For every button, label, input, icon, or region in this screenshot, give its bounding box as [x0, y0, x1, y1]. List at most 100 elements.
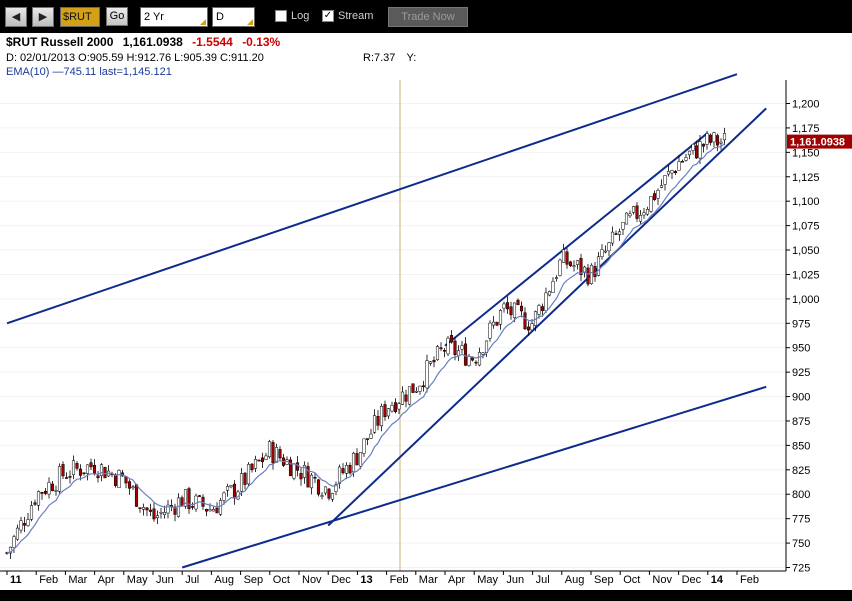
candle: [253, 459, 258, 469]
candle: [673, 171, 678, 173]
y-tick-label: 775: [792, 514, 810, 526]
candle: [89, 462, 93, 468]
candle: [624, 212, 629, 225]
x-tick-label: Feb: [39, 574, 58, 586]
candle: [698, 141, 702, 159]
candle: [218, 500, 223, 515]
candle: [656, 189, 660, 199]
candle: [344, 464, 349, 474]
candle: [75, 463, 79, 469]
candle: [631, 206, 636, 213]
candle: [358, 452, 363, 467]
candle: [348, 464, 352, 474]
x-tick-label: May: [477, 574, 498, 586]
candle: [190, 506, 195, 508]
candle: [271, 442, 275, 464]
candle: [61, 464, 65, 477]
candle: [491, 321, 496, 326]
candle: [519, 305, 524, 312]
candle: [495, 321, 499, 326]
x-tick-label: Oct: [273, 574, 290, 586]
candle: [446, 337, 450, 355]
y-tick-label: 900: [792, 392, 810, 404]
x-tick-label: Aug: [565, 574, 585, 586]
candle: [568, 261, 573, 267]
candle: [603, 250, 608, 253]
candle: [498, 310, 503, 325]
last-price-tag-text: 1,161.0938: [790, 137, 845, 149]
candle: [155, 515, 160, 519]
candle: [722, 133, 727, 141]
candle: [187, 488, 191, 510]
candle: [288, 459, 293, 477]
y-tick-label: 1,000: [792, 294, 820, 306]
candle: [145, 507, 149, 511]
candle: [379, 405, 384, 427]
candle: [351, 452, 356, 473]
candle: [712, 132, 716, 143]
x-tick-label: May: [127, 574, 148, 586]
candle: [635, 205, 639, 219]
y-tick-label: 1,025: [792, 269, 820, 281]
candle: [470, 357, 475, 361]
y-tick-label: 1,150: [792, 147, 820, 159]
candle: [561, 249, 566, 263]
candle: [127, 481, 132, 489]
candle: [474, 361, 478, 364]
candle: [54, 490, 58, 492]
candle: [22, 523, 27, 526]
candle: [523, 312, 527, 330]
y-tick-label: 950: [792, 343, 810, 355]
candle: [85, 464, 90, 474]
y-tick-label: 875: [792, 416, 810, 428]
candle: [684, 157, 688, 161]
candle: [411, 383, 415, 393]
candle: [337, 466, 342, 484]
candle: [565, 251, 569, 265]
candle: [232, 483, 237, 499]
candle: [341, 468, 345, 474]
candle: [47, 482, 51, 495]
candle: [36, 491, 41, 506]
trendline: [327, 107, 767, 527]
candle: [694, 145, 699, 159]
candle: [78, 468, 83, 476]
candle: [551, 281, 555, 293]
candle: [117, 470, 121, 489]
candle: [243, 472, 247, 485]
candle: [393, 402, 398, 412]
candle: [680, 161, 685, 163]
y-tick-label: 800: [792, 489, 810, 501]
candle: [663, 175, 667, 185]
candle: [407, 386, 412, 405]
candle: [628, 213, 632, 217]
candle: [159, 511, 163, 514]
candle: [211, 509, 216, 512]
candle: [435, 346, 440, 360]
candle: [428, 361, 433, 364]
candle: [29, 505, 34, 520]
candle: [621, 221, 625, 230]
candle: [404, 394, 408, 402]
candle: [502, 303, 506, 309]
candle: [425, 360, 429, 389]
candle: [327, 488, 331, 499]
y-tick-label: 725: [792, 563, 810, 575]
candle: [82, 472, 86, 474]
candle: [488, 322, 492, 339]
candle: [572, 265, 576, 267]
y-tick-label: 825: [792, 465, 810, 477]
candle: [505, 302, 510, 310]
candle: [138, 507, 142, 509]
candle: [257, 459, 261, 462]
candle: [313, 476, 317, 479]
candle: [414, 391, 419, 393]
y-tick-label: 1,200: [792, 99, 820, 111]
candle: [365, 438, 370, 440]
candle: [652, 193, 657, 200]
candle: [99, 464, 104, 476]
candle: [708, 134, 713, 143]
price-chart[interactable]: 1,200 1,175 1,150 1,125 1,100 1,075 1,050 1,025…: [0, 0, 852, 601]
candle: [64, 477, 69, 479]
candle: [68, 476, 72, 478]
